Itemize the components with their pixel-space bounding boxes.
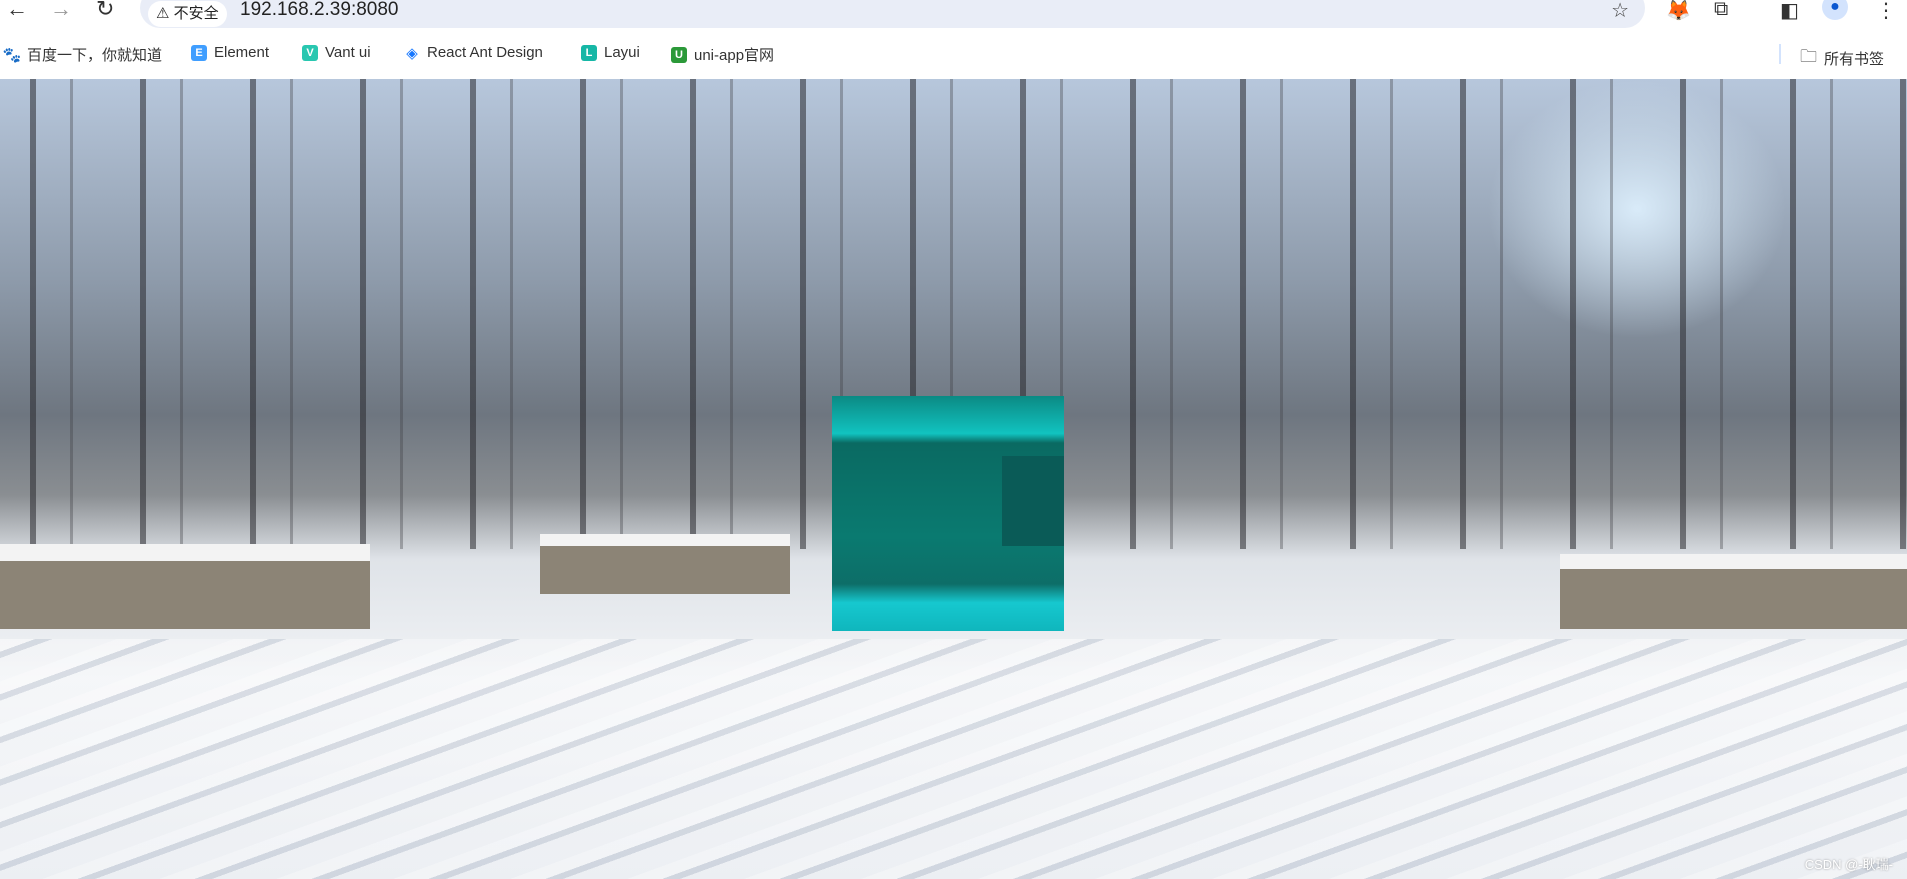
ant-design-icon: ◈ — [406, 44, 418, 62]
stone-wall-right — [1560, 554, 1907, 629]
bookmark-ant-design[interactable]: ◈ React Ant Design — [404, 44, 543, 62]
star-icon[interactable]: ☆ — [1611, 0, 1629, 23]
element-icon: E — [191, 44, 207, 61]
security-chip[interactable]: ⚠ 不安全 — [148, 1, 227, 27]
folder-icon: 🗀 — [1800, 47, 1817, 66]
stone-ruins-center — [540, 534, 790, 594]
vant-icon: V — [302, 44, 318, 61]
snow-ground — [0, 639, 1907, 879]
warning-icon: ⚠ — [156, 5, 170, 22]
bookmark-vant[interactable]: V Vant ui — [302, 44, 371, 61]
side-panel-icon[interactable]: ◧ — [1780, 0, 1799, 23]
cube-shadow — [1002, 456, 1064, 546]
bookmark-layui[interactable]: L Layui — [581, 44, 640, 61]
reload-icon[interactable]: ↻ — [96, 0, 114, 22]
profile-icon[interactable]: ● — [1822, 0, 1848, 20]
url-text[interactable]: 192.168.2.39:8080 — [240, 0, 399, 21]
bookmark-baidu[interactable]: 🐾 百度一下，你就知道 — [2, 44, 162, 65]
stone-wall-left — [0, 544, 370, 629]
all-bookmarks-button[interactable]: 🗀 所有书签 — [1800, 44, 1884, 73]
baidu-icon: 🐾 — [2, 46, 22, 64]
back-icon[interactable]: ← — [6, 0, 28, 22]
address-bar[interactable]: ⚠ 不安全 192.168.2.39:8080 ☆ — [140, 0, 1645, 28]
divider — [1779, 44, 1781, 64]
bookmark-element[interactable]: E Element — [191, 44, 269, 61]
layui-icon: L — [581, 44, 597, 61]
watermark: CSDN @-耿瑞- — [1804, 857, 1893, 872]
menu-icon[interactable]: ⋮ — [1876, 0, 1896, 23]
extensions-icon[interactable]: ⧉ — [1714, 0, 1728, 21]
forward-icon[interactable]: → — [50, 0, 72, 22]
bookmark-uniapp[interactable]: Uuni-app官网 — [671, 44, 774, 65]
uniapp-icon: U — [671, 46, 687, 63]
webgl-canvas[interactable]: CSDN @-耿瑞- — [0, 79, 1907, 879]
textured-cube — [832, 396, 1064, 631]
metamask-icon[interactable]: 🦊 — [1666, 0, 1691, 23]
browser-toolbar: ← → ↻ ⚠ 不安全 192.168.2.39:8080 ☆ 🦊 ⧉ ◧ ● … — [0, 0, 1907, 30]
bookmarks-bar: 🐾 百度一下，你就知道 E Element V Vant ui ◈ React Ant … — [0, 30, 1907, 79]
